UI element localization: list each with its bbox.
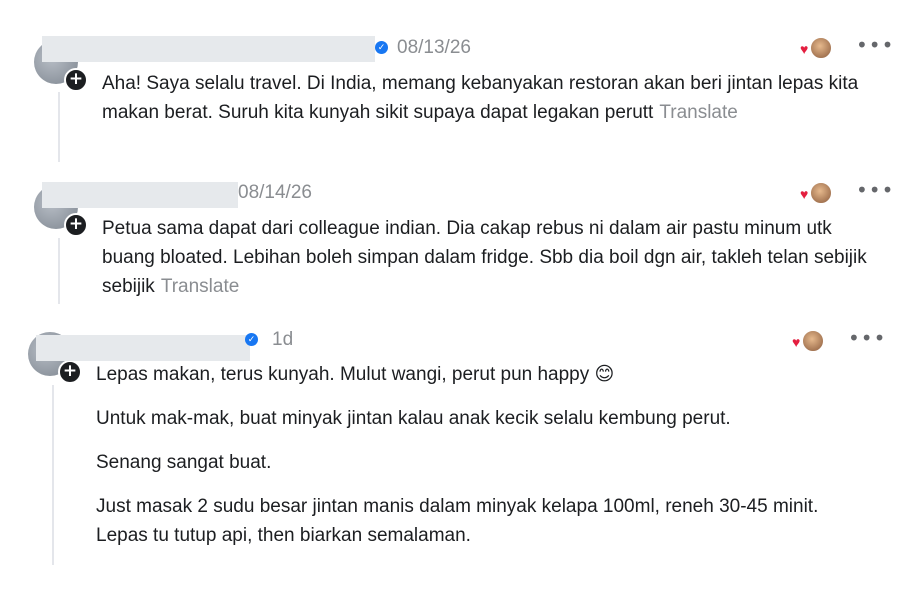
comment-paragraph: Senang sangat buat.	[96, 452, 272, 473]
comment-paragraph: Untuk mak-mak, buat minyak jintan kalau …	[96, 408, 731, 429]
care-reaction-icon	[802, 330, 824, 352]
more-options-icon[interactable]: •••	[848, 326, 886, 350]
comment-date[interactable]: 1d	[272, 329, 293, 351]
reaction-icons[interactable]: ♥	[792, 330, 826, 352]
comment-3: + ✓ 1d ♥ ••• Lepas makan, terus kunyah. …	[0, 0, 900, 600]
comment-paragraph: Lepas makan, terus kunyah. Mulut wangi, …	[96, 364, 615, 385]
redacted-author-name	[36, 335, 250, 361]
heart-reaction-icon: ♥	[792, 334, 801, 350]
comment-text: Lepas makan, terus kunyah. Mulut wangi, …	[96, 360, 866, 565]
follow-plus-icon[interactable]: +	[58, 360, 82, 384]
comment-paragraph: Just masak 2 sudu besar jintan manis dal…	[96, 496, 819, 546]
verified-badge-icon: ✓	[245, 333, 258, 346]
